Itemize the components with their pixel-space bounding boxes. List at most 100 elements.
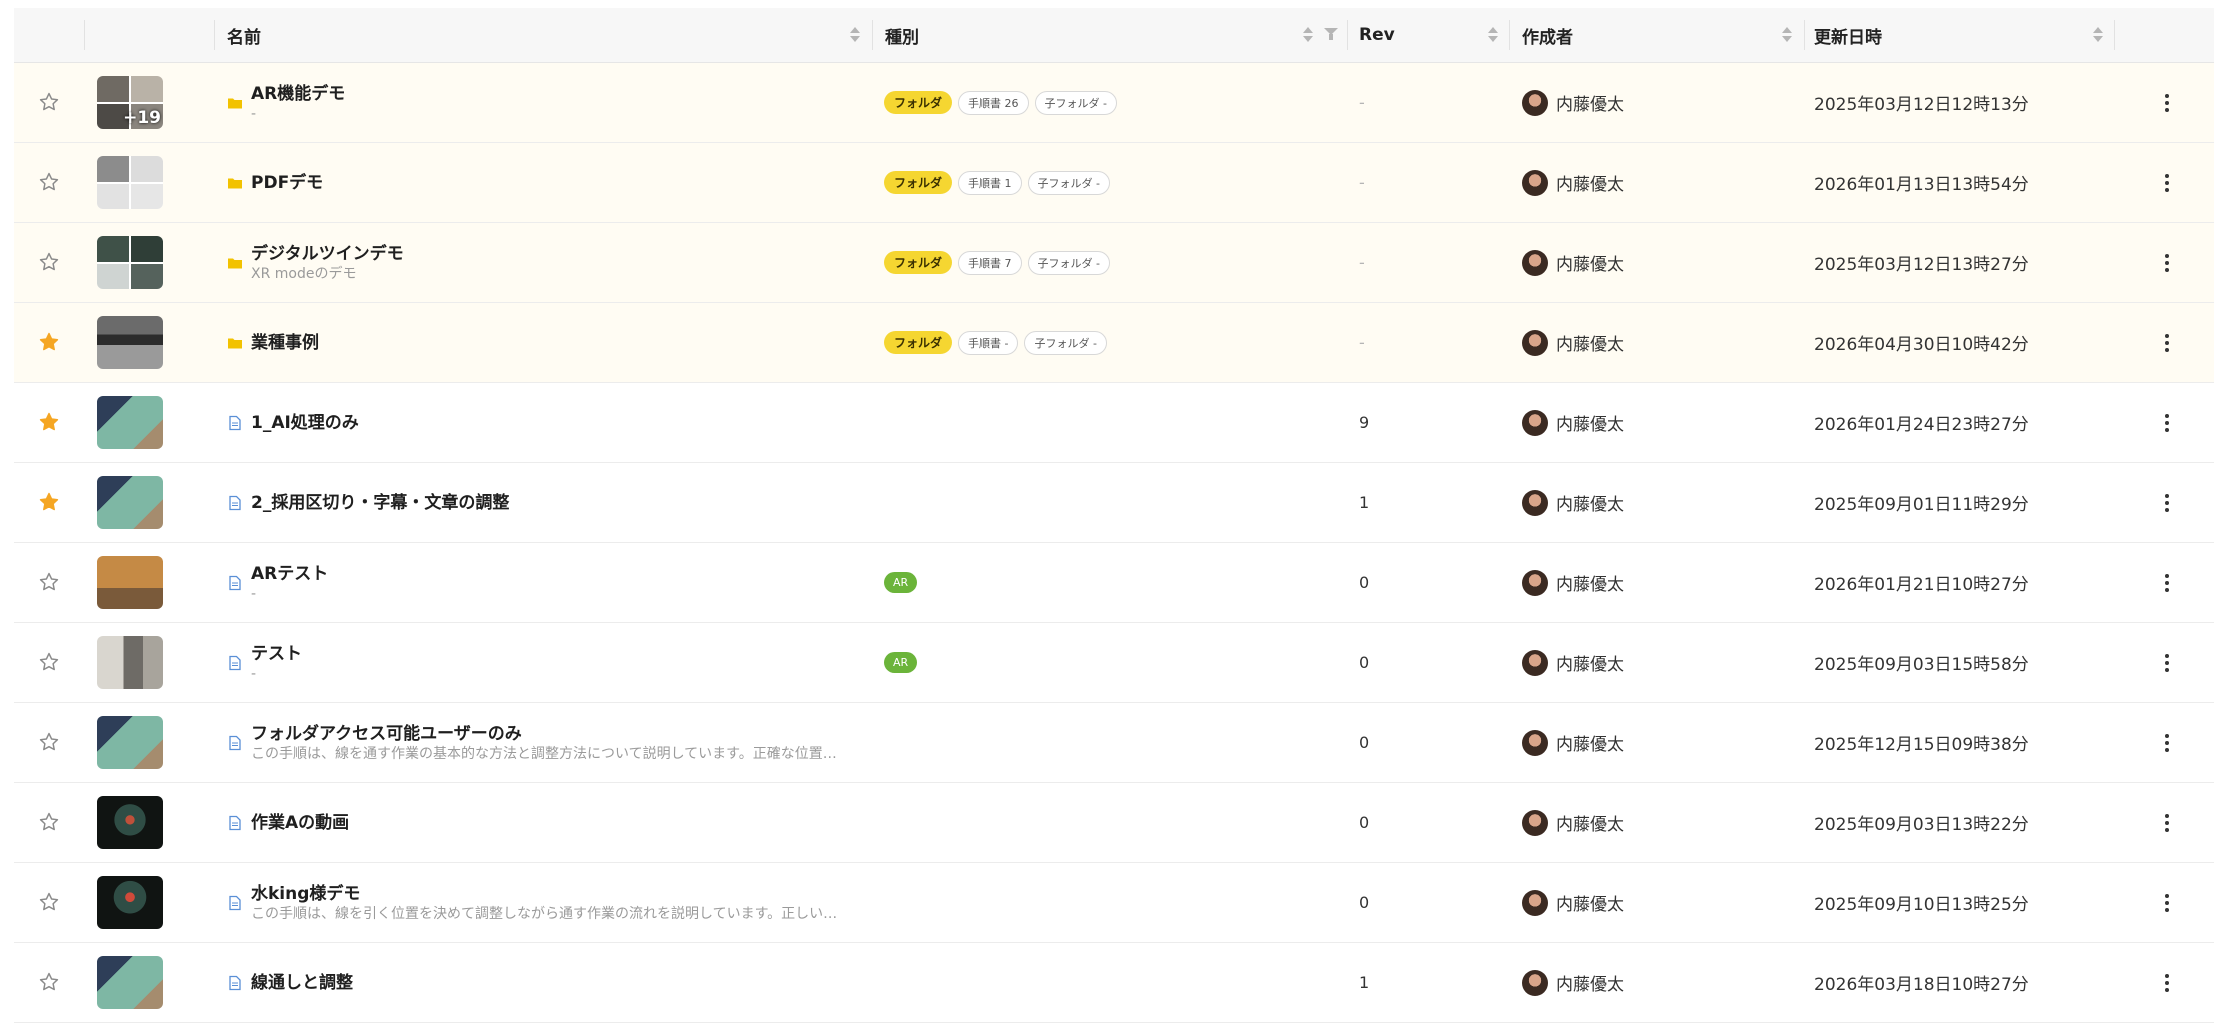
item-description: -	[251, 665, 257, 682]
more-options-icon[interactable]	[2157, 331, 2177, 355]
more-options-icon[interactable]	[2157, 571, 2177, 595]
table-row[interactable]: 水king様デモ この手順は、線を引く位置を決めて調整しながら通す作業の流れを説明…	[14, 863, 2214, 943]
star-outline-icon[interactable]	[38, 731, 60, 753]
item-title[interactable]: フォルダアクセス可能ユーザーのみ	[251, 723, 837, 745]
column-header-rev[interactable]: Rev	[1359, 8, 1395, 62]
item-name[interactable]: テスト -	[227, 623, 302, 702]
column-divider	[1347, 20, 1348, 50]
item-title[interactable]: 業種事例	[251, 332, 319, 354]
star-outline-icon[interactable]	[38, 971, 60, 993]
thumbnail[interactable]	[97, 236, 163, 289]
thumbnail[interactable]	[97, 156, 163, 209]
star-outline-icon[interactable]	[38, 651, 60, 673]
sort-rev-icon[interactable]	[1487, 25, 1499, 45]
item-title[interactable]: ARテスト	[251, 563, 328, 585]
avatar	[1522, 89, 1548, 116]
item-title[interactable]: テスト	[251, 643, 302, 665]
column-header-updated[interactable]: 更新日時	[1814, 8, 1882, 62]
more-options-icon[interactable]	[2157, 411, 2177, 435]
more-options-icon[interactable]	[2157, 731, 2177, 755]
item-title[interactable]: 水king様デモ	[251, 883, 837, 905]
star-outline-icon[interactable]	[38, 251, 60, 273]
table-row[interactable]: 1_AI処理のみ 9 内藤優太 2026年01月24日23時27分	[14, 383, 2214, 463]
sort-creator-icon[interactable]	[1781, 25, 1793, 45]
folder-row[interactable]: +19 AR機能デモ - フォルダ 手順書 26 子フォルダ - - 内藤優太 2025年03月…	[14, 63, 2214, 143]
item-name[interactable]: PDFデモ	[227, 143, 323, 222]
star-outline-icon[interactable]	[38, 571, 60, 593]
more-options-icon[interactable]	[2157, 891, 2177, 915]
sort-name-icon[interactable]	[849, 25, 861, 45]
item-title[interactable]: PDFデモ	[251, 172, 323, 194]
item-title[interactable]: 2_採用区切り・字幕・文章の調整	[251, 492, 509, 514]
table-row[interactable]: 2_採用区切り・字幕・文章の調整 1 内藤優太 2025年09月01日11時29分	[14, 463, 2214, 543]
item-description: -	[251, 585, 257, 602]
folder-row[interactable]: デジタルツインデモ XR modeのデモ フォルダ 手順書 7 子フォルダ - - 内藤優太…	[14, 223, 2214, 303]
more-options-icon[interactable]	[2157, 811, 2177, 835]
star-filled-icon[interactable]	[38, 331, 60, 353]
table-row[interactable]: 作業Aの動画 0 内藤優太 2025年09月03日13時22分	[14, 783, 2214, 863]
item-name[interactable]: ARテスト -	[227, 543, 328, 622]
star-outline-icon[interactable]	[38, 891, 60, 913]
item-author: 内藤優太	[1522, 863, 1624, 942]
table-row[interactable]: フォルダアクセス可能ユーザーのみ この手順は、線を通す作業の基本的な方法と調整方法…	[14, 703, 2214, 783]
star-filled-icon[interactable]	[38, 491, 60, 513]
item-title[interactable]: 線通しと調整	[251, 972, 353, 994]
procedure-count-badge: 手順書 1	[958, 170, 1022, 195]
item-title[interactable]: AR機能デモ	[251, 83, 345, 105]
column-header-name[interactable]: 名前	[227, 8, 261, 62]
folder-row[interactable]: PDFデモ フォルダ 手順書 1 子フォルダ - - 内藤優太 2026年01月13日13時…	[14, 143, 2214, 223]
more-options-icon[interactable]	[2157, 91, 2177, 115]
item-name[interactable]: 1_AI処理のみ	[227, 383, 359, 462]
ar-badge: AR	[884, 652, 918, 673]
star-outline-icon[interactable]	[38, 171, 60, 193]
column-header-creator[interactable]: 作成者	[1522, 8, 1573, 62]
item-name[interactable]: デジタルツインデモ XR modeのデモ	[227, 223, 404, 302]
item-name[interactable]: AR機能デモ -	[227, 63, 345, 142]
thumbnail[interactable]	[97, 476, 163, 529]
column-divider	[84, 20, 85, 50]
more-options-icon[interactable]	[2157, 251, 2177, 275]
item-name[interactable]: 2_採用区切り・字幕・文章の調整	[227, 463, 509, 542]
star-filled-icon[interactable]	[38, 411, 60, 433]
item-title[interactable]: 作業Aの動画	[251, 812, 349, 834]
item-revision: -	[1359, 253, 1365, 272]
folder-row[interactable]: 業種事例 フォルダ 手順書 - 子フォルダ - - 内藤優太 2026年04月30日10時4…	[14, 303, 2214, 383]
table-row[interactable]: テスト - AR 0 内藤優太 2025年09月03日15時58分	[14, 623, 2214, 703]
more-options-icon[interactable]	[2157, 651, 2177, 675]
item-revision: 1	[1359, 493, 1370, 512]
thumbnail[interactable]	[97, 956, 163, 1009]
table-row[interactable]: ARテスト - AR 0 内藤優太 2026年01月21日10時27分	[14, 543, 2214, 623]
filter-icon[interactable]	[1324, 28, 1338, 42]
column-header-kind[interactable]: 種別	[885, 8, 919, 62]
thumbnail[interactable]	[97, 396, 163, 449]
sort-kind-icon[interactable]	[1302, 25, 1314, 45]
item-name[interactable]: 水king様デモ この手順は、線を引く位置を決めて調整しながら通す作業の流れを説明…	[227, 863, 837, 942]
more-options-icon[interactable]	[2157, 171, 2177, 195]
thumbnail[interactable]	[97, 556, 163, 609]
author-name: 内藤優太	[1556, 95, 1624, 115]
folder-badge: フォルダ	[884, 331, 953, 354]
thumbnail[interactable]	[97, 316, 163, 369]
item-name[interactable]: 線通しと調整	[227, 943, 353, 1022]
item-name[interactable]: 業種事例	[227, 303, 319, 382]
item-title[interactable]: 1_AI処理のみ	[251, 412, 359, 434]
more-options-icon[interactable]	[2157, 971, 2177, 995]
document-icon	[229, 655, 241, 670]
item-name[interactable]: フォルダアクセス可能ユーザーのみ この手順は、線を通す作業の基本的な方法と調整方法…	[227, 703, 837, 782]
more-options-icon[interactable]	[2157, 491, 2177, 515]
star-outline-icon[interactable]	[38, 91, 60, 113]
thumbnail[interactable]	[97, 636, 163, 689]
thumbnail[interactable]	[97, 716, 163, 769]
thumbnail[interactable]	[97, 876, 163, 929]
thumbnail[interactable]: +19	[97, 76, 163, 129]
column-divider	[1509, 20, 1510, 50]
sort-updated-icon[interactable]	[2092, 25, 2104, 45]
star-outline-icon[interactable]	[38, 811, 60, 833]
item-updated-at: 2026年04月30日10時42分	[1814, 335, 2029, 355]
item-title[interactable]: デジタルツインデモ	[251, 243, 404, 265]
subfolder-count-badge: 子フォルダ -	[1027, 170, 1110, 195]
table-row[interactable]: 線通しと調整 1 内藤優太 2026年03月18日10時27分	[14, 943, 2214, 1023]
thumbnail[interactable]	[97, 796, 163, 849]
item-name[interactable]: 作業Aの動画	[227, 783, 349, 862]
author-name: 内藤優太	[1556, 655, 1624, 675]
